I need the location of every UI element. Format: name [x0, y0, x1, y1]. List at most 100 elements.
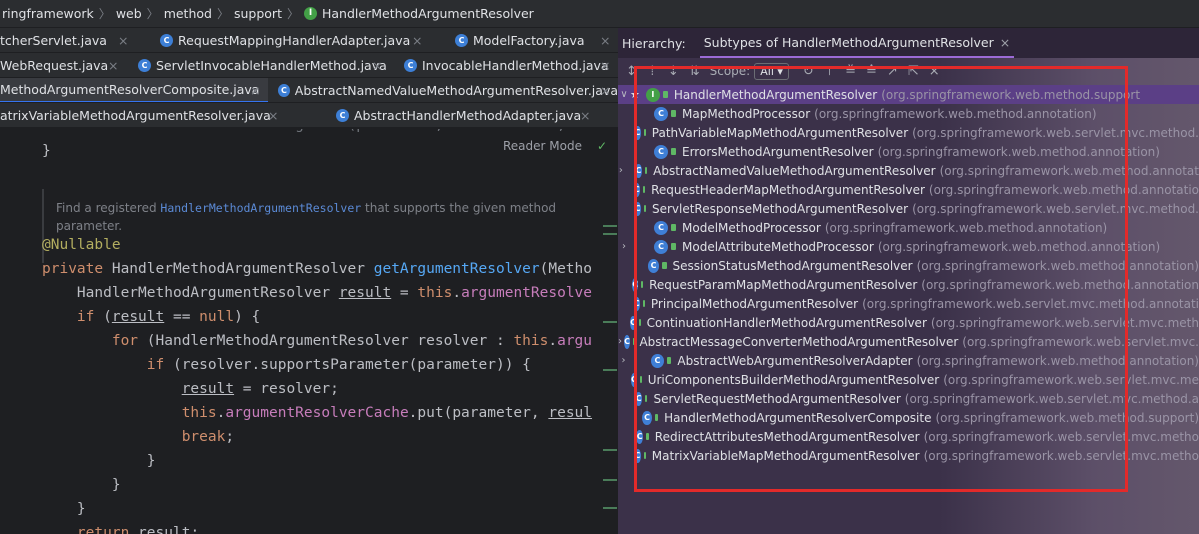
doc-text: that supports the given method [361, 201, 557, 215]
change-marker [603, 507, 617, 509]
code-line: } [42, 143, 51, 159]
class-hierarchy-icon[interactable]: ↕ [626, 64, 637, 79]
autoscroll-icon[interactable]: ↗ [887, 64, 898, 79]
class-icon: C [624, 334, 631, 349]
public-icon [654, 414, 659, 421]
editor-tab[interactable]: C RequestMappingHandlerAdapter.java [160, 28, 430, 52]
tree-item[interactable]: C ServletRequestMethodArgumentResolver (or… [618, 389, 1199, 408]
breadcrumb-item[interactable]: ringframework [2, 6, 94, 21]
package-name: (org.springframework.web.method.annotati… [824, 220, 1108, 235]
editor-tab[interactable]: C AbstractHandlerMethodAdapter.java [336, 103, 598, 127]
close-icon[interactable]: × [108, 53, 118, 77]
code-editor[interactable]: return resolver.resolveArgument(paramete… [0, 129, 618, 534]
package-name: (org.springframework.web.method.annotati… [921, 277, 1199, 292]
editor-tab[interactable]: atrixVariableMethodArgumentResolver.java [0, 103, 286, 127]
tab-subtypes[interactable]: Subtypes of HandlerMethodArgumentResolve… [699, 28, 1015, 58]
public-icon [643, 452, 646, 459]
refresh-icon[interactable]: ↻ [803, 64, 814, 79]
tree-item[interactable]: › C AbstractWebArgumentResolverAdapter (org… [618, 351, 1199, 370]
chevron-right-icon[interactable]: › [618, 165, 624, 176]
close-icon[interactable]: × [580, 103, 590, 127]
close-icon[interactable]: × [600, 53, 610, 77]
subtypes-icon[interactable]: ⇣ [668, 64, 679, 79]
tree-item[interactable]: C PathVariableMapMethodArgumentResolver (o… [618, 123, 1199, 142]
tree-item[interactable]: › C AbstractMessageConverterMethodArgument… [618, 332, 1199, 351]
code-line: for (HandlerMethodArgumentResolver resol… [111, 333, 593, 349]
supertypes-icon[interactable]: ⇡ [647, 64, 658, 79]
close-icon[interactable]: × [600, 28, 610, 52]
chevron-right-icon[interactable]: › [618, 355, 629, 366]
hierarchy-label: Hierarchy: [622, 35, 686, 51]
package-name: (org.springframework.web.method.annotati… [814, 106, 1097, 121]
class-name: ErrorsMethodArgumentResolver [682, 144, 874, 159]
class-icon: C [634, 448, 641, 463]
chevron-down-icon[interactable]: ∨ [618, 89, 630, 100]
tree-item[interactable]: C ModelMethodProcessor (org.springframewor… [618, 218, 1199, 237]
expand-all-icon[interactable]: ≚ [845, 64, 856, 79]
tree-item[interactable]: C ContinuationHandlerMethodArgumentResolv… [618, 313, 1199, 332]
class-icon: C [138, 59, 151, 72]
export-icon[interactable]: ⇱ [908, 64, 919, 79]
breadcrumb-item[interactable]: method [164, 6, 212, 21]
tree-item[interactable]: C ServletResponseMethodArgumentResolver (o… [618, 199, 1199, 218]
class-icon: C [632, 277, 639, 292]
class-name: RedirectAttributesMethodArgumentResolver [654, 429, 920, 444]
package-name: (org.springframework.web.servlet.mvc. [962, 334, 1199, 349]
class-name: AbstractWebArgumentResolverAdapter [677, 353, 913, 368]
class-icon: C [654, 106, 668, 121]
breadcrumb-item[interactable]: HandlerMethodArgumentResolver [322, 6, 534, 21]
close-icon[interactable]: × [250, 78, 260, 102]
tree-item[interactable]: C ErrorsMethodArgumentResolver (org.spring… [618, 142, 1199, 161]
tree-item[interactable]: C RedirectAttributesMethodArgumentResolve… [618, 427, 1199, 446]
tree-root[interactable]: ∨ ★ I HandlerMethodArgumentResolver (org… [618, 85, 1199, 104]
code-line: private HandlerMethodArgumentResolver ge… [42, 261, 592, 277]
chevron-right-icon[interactable]: › [618, 336, 622, 347]
tab-label: tcherServlet.java [0, 33, 107, 48]
reader-mode-toggle[interactable]: Reader Mode [503, 139, 582, 153]
close-icon[interactable]: × [412, 28, 422, 52]
public-icon [642, 300, 645, 307]
close-icon[interactable]: × [600, 78, 610, 102]
collapse-all-icon[interactable]: ≙ [866, 64, 877, 79]
class-name: PrincipalMethodArgumentResolver [650, 296, 859, 311]
public-icon [671, 148, 676, 155]
tree-item[interactable]: C RequestParamMapMethodArgumentResolver (o… [618, 275, 1199, 294]
tab-label: MethodArgumentResolverComposite.java [0, 82, 260, 97]
sort-icon[interactable]: ⇅ [689, 64, 700, 79]
pin-icon[interactable]: ⊤ [824, 64, 835, 79]
close-icon[interactable]: × [1000, 35, 1010, 50]
class-icon: C [633, 182, 640, 197]
editor-tab[interactable]: tcherServlet.java [0, 28, 136, 52]
editor-tab[interactable]: C InvocableHandlerMethod.java [404, 53, 618, 77]
doc-link[interactable]: HandlerMethodArgumentResolver [160, 201, 361, 215]
editor-tab[interactable]: C AbstractNamedValueMethodArgumentResolve… [278, 78, 618, 102]
scope-select[interactable]: All ▾ [754, 62, 789, 80]
package-name: (org.springframework.web.servlet.mvc.met… [923, 429, 1199, 444]
code-line: if (result == null) { [76, 309, 261, 325]
tree-item[interactable]: › C ModelAttributeMethodProcessor (org.spri… [618, 237, 1199, 256]
close-icon[interactable]: × [118, 28, 128, 52]
editor-tab[interactable]: MethodArgumentResolverComposite.java [0, 78, 268, 102]
class-icon: C [634, 201, 641, 216]
editor-tab[interactable]: C ModelFactory.java [455, 28, 618, 52]
class-name: AbstractMessageConverterMethodArgumentRe… [639, 334, 959, 349]
editor-tab[interactable]: C ServletInvocableHandlerMethod.java [138, 53, 390, 77]
class-name: MatrixVariableMapMethodArgumentResolver [651, 448, 920, 463]
close-icon[interactable]: × [929, 64, 940, 79]
tree-item[interactable]: C SessionStatusMethodArgumentResolver (org… [618, 256, 1199, 275]
chevron-right-icon[interactable]: › [618, 241, 630, 252]
tree-item[interactable]: C HandlerMethodArgumentResolverComposite(… [618, 408, 1199, 427]
code-line: } [42, 453, 156, 469]
close-icon[interactable]: × [268, 103, 278, 127]
tree-item[interactable]: C PrincipalMethodArgumentResolver (org.spr… [618, 294, 1199, 313]
tree-item[interactable]: › C AbstractNamedValueMethodArgumentResolv… [618, 161, 1199, 180]
tree-item[interactable]: C RequestHeaderMapMethodArgumentResolver(… [618, 180, 1199, 199]
breadcrumb-item[interactable]: support [234, 6, 282, 21]
package-name: (org.springframework.web.method.annotati… [877, 144, 1160, 159]
close-icon[interactable]: × [372, 53, 382, 77]
tree-item[interactable]: C UriComponentsBuilderMethodArgumentResol… [618, 370, 1199, 389]
tree-item[interactable]: C MapMethodProcessor (org.springframework.… [618, 104, 1199, 123]
package-name: (org.springframework.web.servlet.mvc.met… [923, 448, 1199, 463]
tree-item[interactable]: C MatrixVariableMapMethodArgumentResolver… [618, 446, 1199, 465]
breadcrumb-item[interactable]: web [116, 6, 142, 21]
